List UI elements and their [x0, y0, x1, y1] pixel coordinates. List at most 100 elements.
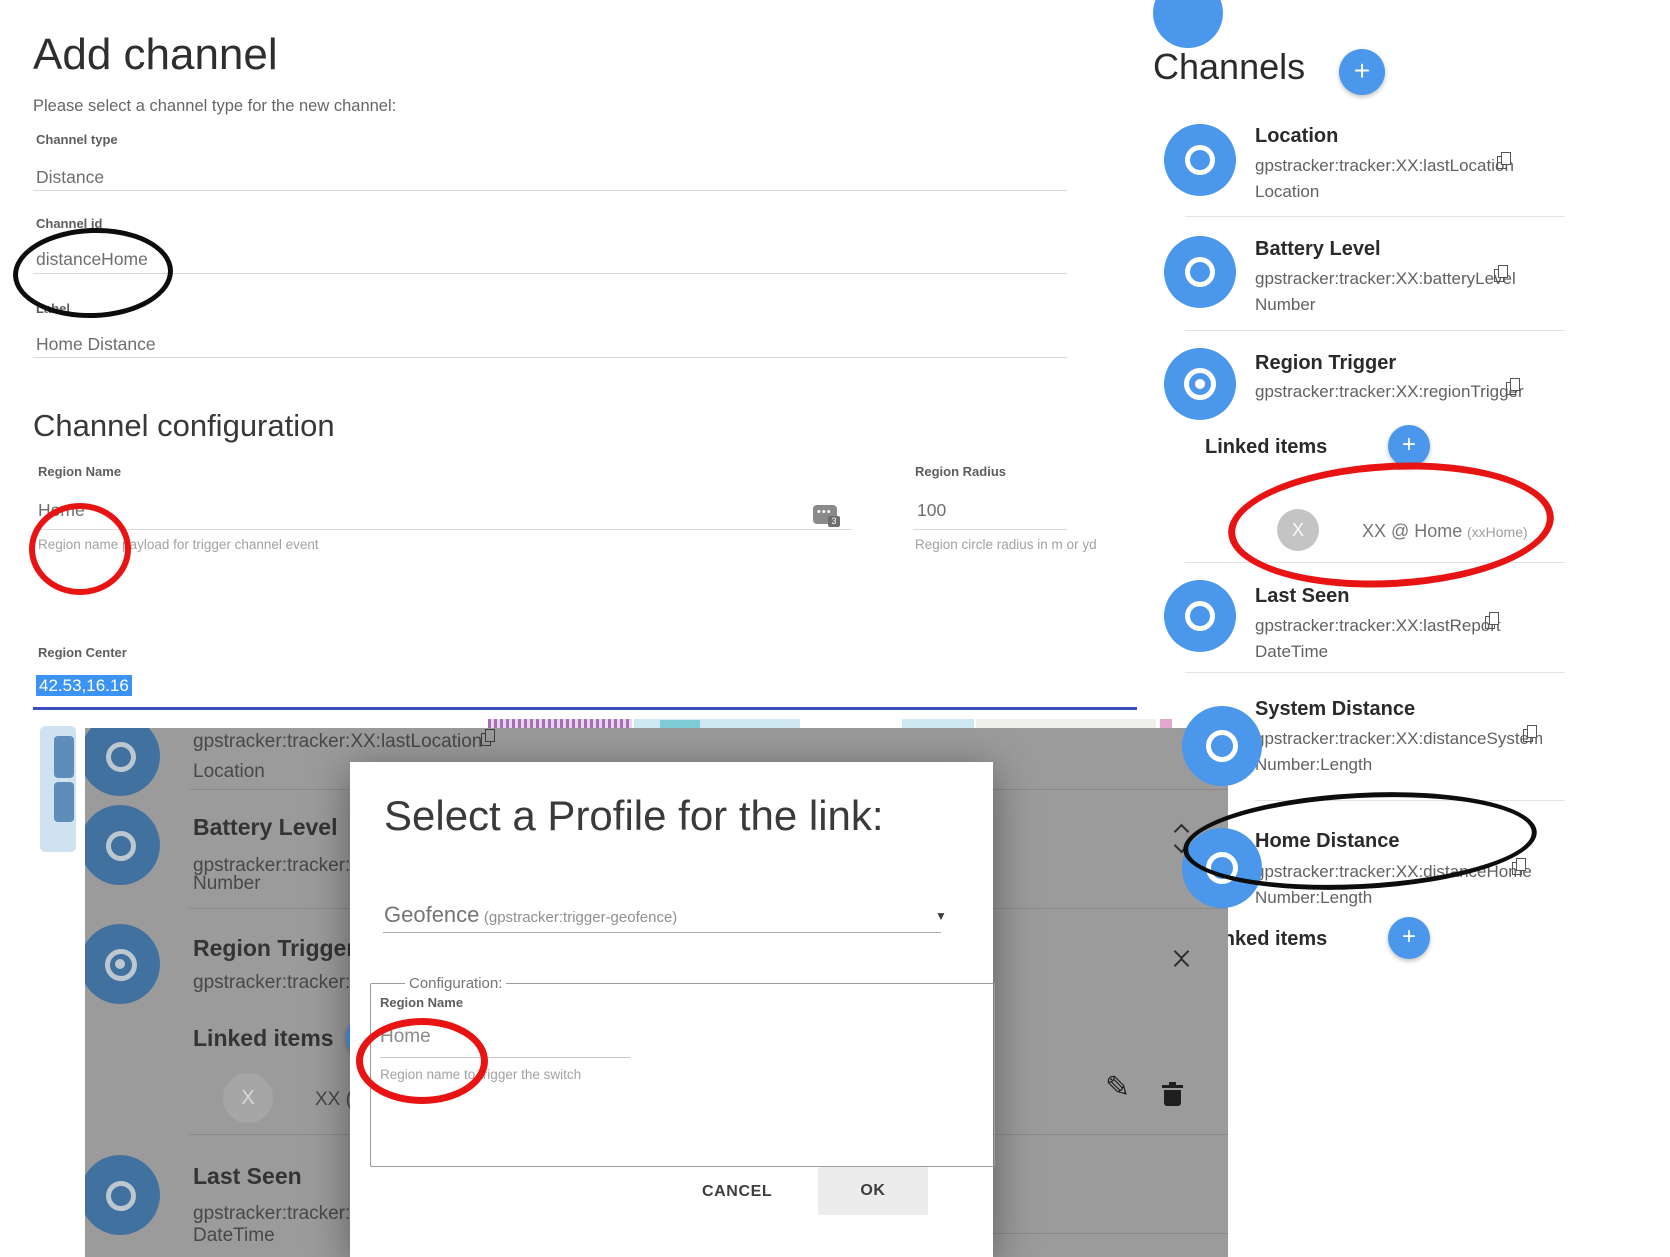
channel-uid: gpstracker:tracker:XX:distanceSystem — [1255, 729, 1543, 749]
channel-type: Number:Length — [1255, 888, 1372, 908]
annotation-ellipse-region-name — [29, 503, 131, 595]
radio-icon — [1185, 601, 1215, 631]
backdrop-channel-title: Last Seen — [193, 1163, 302, 1190]
copy-icon[interactable] — [1485, 612, 1500, 630]
channel-type-label: Channel type — [36, 132, 118, 147]
divider — [1185, 672, 1565, 673]
backdrop-sliver-blue2 — [902, 719, 974, 728]
channel-title: System Distance — [1255, 698, 1415, 721]
copy-icon[interactable] — [1512, 858, 1527, 876]
channel-type: Number — [1255, 295, 1315, 315]
channel-type-field[interactable]: Distance — [36, 167, 104, 188]
backdrop-channel-uid: gpstracker:tracker:X — [193, 1203, 363, 1225]
backdrop-linked-items-header: Linked items — [193, 1025, 334, 1052]
label-field[interactable]: Home Distance — [36, 334, 156, 355]
channel-title: Last Seen — [1255, 585, 1349, 608]
backdrop-sliver-purple — [488, 719, 632, 728]
channel-type: Location — [1255, 182, 1319, 202]
annotation-ellipse-channel-id — [11, 225, 174, 321]
backdrop-channel-uid: gpstracker:tracker:X — [193, 972, 363, 994]
copy-icon — [481, 729, 496, 747]
copy-icon[interactable] — [1494, 265, 1509, 283]
form-fill-icon[interactable]: ••• 3 — [813, 505, 837, 524]
channel-id-underline — [33, 273, 1067, 274]
channel-type: DateTime — [1255, 642, 1328, 662]
channel-configuration-title: Channel configuration — [33, 408, 335, 444]
channel-title: Battery Level — [1255, 238, 1381, 261]
channel-uid: gpstracker:tracker:XX:lastLocation — [1255, 156, 1514, 176]
channel-uid: gpstracker:tracker:XX:regionTrigger — [1255, 382, 1524, 402]
channel-type: Number:Length — [1255, 755, 1372, 775]
profile-select-value: Geofence — [384, 902, 479, 927]
cancel-button[interactable]: CANCEL — [702, 1183, 772, 1201]
backdrop-channel-icon — [85, 805, 160, 885]
channel-icon-location — [1164, 124, 1236, 196]
radio-dot — [115, 959, 125, 969]
profile-select-detail: (gpstracker:trigger-geofence) — [484, 909, 677, 926]
map-widget-fragment — [40, 726, 76, 852]
channel-uid: gpstracker:tracker:XX:batteryLevel — [1255, 269, 1516, 289]
region-name-label: Region Name — [38, 464, 121, 479]
channel-icon-last-seen — [1164, 580, 1236, 652]
collapse-channel-icon[interactable] — [1176, 946, 1187, 971]
page-title: Add channel — [33, 30, 278, 80]
backdrop-channel-type: Number — [193, 873, 261, 895]
delete-icon[interactable] — [1164, 1090, 1181, 1106]
channels-title: Channels — [1153, 46, 1305, 88]
backdrop-sliver-blue1 — [634, 719, 800, 728]
configuration-legend: Configuration: — [405, 975, 506, 992]
copy-icon[interactable] — [1506, 378, 1521, 396]
channel-icon-region-trigger — [1164, 348, 1236, 420]
backdrop-channel-icon — [85, 728, 160, 796]
backdrop-channel-icon — [85, 1155, 160, 1235]
annotation-ellipse-dialog-home — [356, 1018, 488, 1104]
map-widget-button — [54, 736, 74, 778]
copy-icon[interactable] — [1497, 152, 1512, 170]
radio-dot — [1195, 379, 1205, 389]
annotation-ellipse-linked-item — [1225, 455, 1557, 596]
dropdown-caret-icon[interactable]: ▼ — [935, 909, 947, 923]
region-radius-field[interactable]: 100 — [917, 500, 946, 521]
form-fill-badge: 3 — [828, 516, 840, 527]
backdrop-sliver-gray — [976, 719, 1156, 728]
region-center-label: Region Center — [38, 645, 127, 660]
ok-button[interactable]: OK — [818, 1167, 928, 1215]
radio-icon — [1185, 145, 1215, 175]
label-underline — [33, 357, 1067, 358]
channel-icon-battery — [1164, 236, 1236, 308]
radio-icon — [1206, 730, 1238, 762]
linked-items-header: Linked items — [1205, 436, 1327, 459]
region-name-underline — [33, 529, 852, 530]
backdrop-channel-type: DateTime — [193, 1225, 275, 1247]
add-linked-item-button[interactable]: + — [1388, 917, 1430, 959]
region-center-selected-text: 42.53,16.16 — [36, 675, 132, 696]
profile-select[interactable]: Geofence (gpstracker:trigger-geofence) — [384, 902, 677, 928]
backdrop-linked-item-avatar: X — [223, 1073, 273, 1123]
copy-icon[interactable] — [1523, 725, 1538, 743]
radio-icon — [106, 742, 136, 772]
channel-uid: gpstracker:tracker:XX:lastReport — [1255, 616, 1501, 636]
divider — [1185, 330, 1565, 331]
profile-select-underline — [383, 932, 941, 933]
radio-icon — [106, 1181, 136, 1211]
chevron-up-icon — [1174, 958, 1190, 974]
radio-icon — [1185, 257, 1215, 287]
backdrop-channel-uid: gpstracker:tracker:XX:lastLocation — [193, 731, 482, 753]
region-radius-underline — [913, 529, 1067, 530]
channel-title: Location — [1255, 125, 1338, 148]
add-channel-button[interactable]: + — [1339, 49, 1385, 95]
backdrop-linked-item-label: XX ( — [315, 1089, 352, 1111]
add-linked-item-button[interactable]: + — [1388, 425, 1430, 467]
divider — [993, 1233, 1228, 1234]
radio-icon — [106, 831, 136, 861]
region-center-field[interactable]: 42.53,16.16 — [36, 676, 132, 696]
edit-icon[interactable]: ✎ — [1105, 1070, 1130, 1105]
backdrop-channel-title: Battery Level — [193, 814, 337, 841]
profile-dialog: Select a Profile for the link: Geofence … — [350, 762, 993, 1257]
region-center-focus-underline — [33, 707, 1137, 710]
divider — [1185, 216, 1565, 217]
add-channel-subtitle: Please select a channel type for the new… — [33, 97, 396, 116]
map-widget-button — [54, 782, 74, 822]
channel-type-underline — [33, 190, 1067, 191]
scrolled-channel-icon — [1153, 0, 1223, 48]
